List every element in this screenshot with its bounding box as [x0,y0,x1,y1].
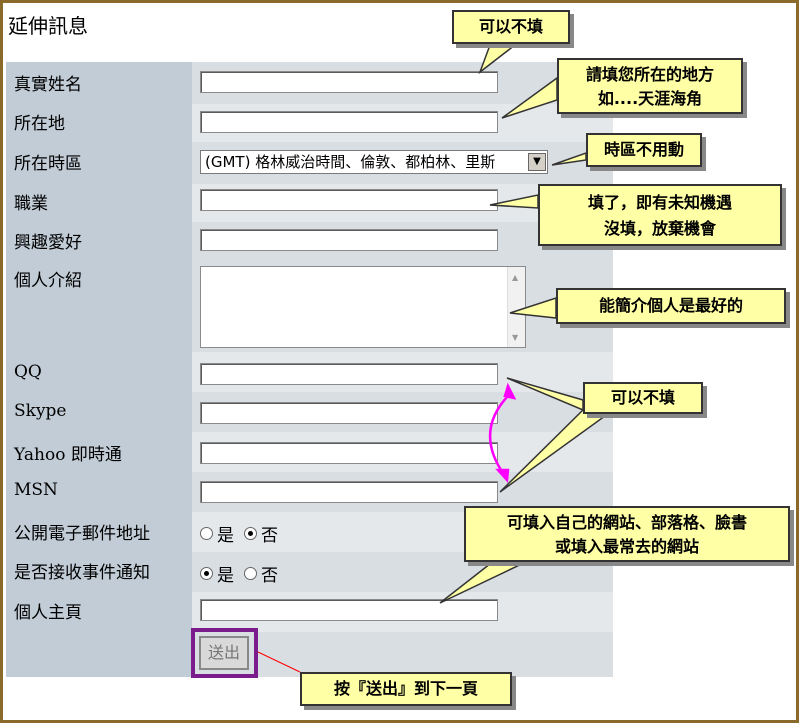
note-location-line1: 請填您所在的地方 [585,65,714,84]
note-homepage-line1: 可填入自己的網站、部落格、臉書 [506,513,747,532]
yahoo-input[interactable] [200,442,498,464]
label-timezone: 所在時區 [14,154,82,174]
timezone-selected-value: (GMT) 格林威治時間、倫敦、都柏林、里斯 [205,153,496,171]
qq-input[interactable] [200,363,498,385]
label-msn: MSN [14,480,58,500]
note-timezone: 時區不用動 [586,133,702,167]
note-optional-top: 可以不填 [452,10,570,44]
homepage-input[interactable] [200,599,498,621]
note-occupation-line1: 填了，即有未知機遇 [587,193,732,212]
msn-input[interactable] [200,481,498,503]
event-notify-no-radio[interactable] [244,567,257,580]
label-homepage: 個人主頁 [14,603,82,623]
public-email-no-label: 否 [261,526,278,546]
chevron-down-icon[interactable]: ▼ [528,153,546,171]
label-real-name: 真實姓名 [14,75,82,95]
note-location: 請填您所在的地方 如....天涯海角 [557,58,743,114]
note-homepage: 可填入自己的網站、部落格、臉書 或填入最常去的網站 [464,506,790,562]
timezone-select[interactable]: (GMT) 格林威治時間、倫敦、都柏林、里斯 ▼ [200,150,548,174]
real-name-input[interactable] [200,71,498,93]
occupation-input[interactable] [200,189,498,211]
note-optional-im: 可以不填 [583,382,703,414]
page-title: 延伸訊息 [8,14,88,38]
event-notify-yes-label: 是 [217,566,234,586]
public-email-no-radio[interactable] [244,527,257,540]
note-homepage-line2: 或填入最常去的網站 [554,537,699,556]
public-email-yes-label: 是 [217,526,234,546]
label-event-notify: 是否接收事件通知 [14,563,150,583]
label-interests: 興趣愛好 [14,233,82,253]
event-notify-yes-radio[interactable] [200,567,213,580]
public-email-radio-group: 是 否 [200,521,286,546]
event-notify-radio-group: 是 否 [200,561,286,586]
note-introduction: 能簡介個人是最好的 [556,288,786,324]
event-notify-no-label: 否 [261,566,278,586]
submit-button[interactable]: 送出 [199,636,249,670]
scroll-up-icon[interactable]: ▲ [512,273,518,282]
label-yahoo: Yahoo 即時通 [14,445,122,465]
label-occupation: 職業 [14,194,48,214]
note-location-line2: 如....天涯海角 [597,89,703,108]
interests-input[interactable] [200,229,498,251]
textarea-scrollbar[interactable]: ▲ ▼ [507,267,525,347]
note-submit-hint: 按『送出』到下一頁 [300,672,512,706]
label-introduction: 個人介紹 [14,271,82,291]
note-occupation: 填了，即有未知機遇 沒填，放棄機會 [538,184,782,246]
introduction-textarea[interactable]: ▲ ▼ [200,266,526,348]
public-email-yes-radio[interactable] [200,527,213,540]
label-location: 所在地 [14,114,65,134]
note-occupation-line2: 沒填，放棄機會 [603,219,716,238]
label-skype: Skype [14,401,67,421]
label-qq: QQ [14,362,42,382]
label-public-email: 公開電子郵件地址 [14,524,150,544]
skype-input[interactable] [200,402,498,424]
location-input[interactable] [200,111,498,133]
scroll-down-icon[interactable]: ▼ [512,333,518,342]
